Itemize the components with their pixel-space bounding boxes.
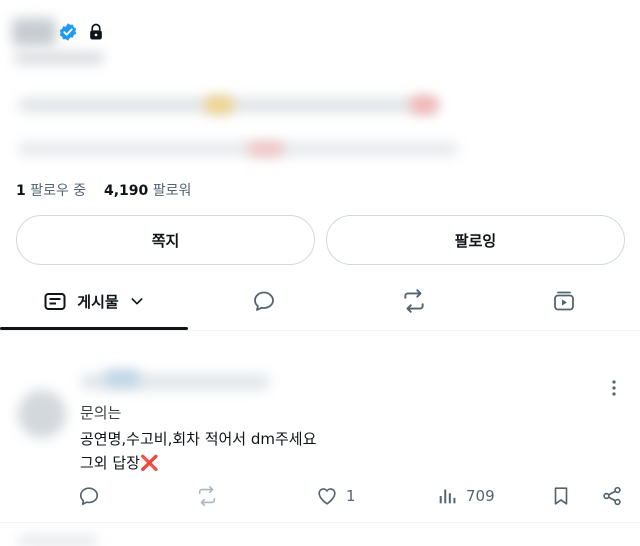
following-label: 팔로우 중 — [30, 183, 87, 199]
post-actions: 1 709 — [0, 482, 640, 510]
message-button-label: 쪽지 — [151, 231, 180, 250]
verified-badge-icon — [59, 23, 77, 41]
post-text-line-2: 공연명,수고비,회차 적어서 dm주세요 — [80, 430, 317, 448]
bookmark-icon — [554, 487, 568, 505]
bio-emoji-redacted — [204, 96, 234, 114]
profile-handle-redacted — [14, 52, 104, 64]
bio-emoji-redacted — [410, 96, 438, 114]
reply-bubble-icon — [254, 291, 274, 311]
views-bar-icon — [439, 489, 456, 504]
bookmark-button[interactable] — [550, 482, 572, 510]
more-vertical-icon[interactable] — [606, 378, 622, 398]
repost-icon — [198, 486, 216, 506]
followers-label: 팔로워 — [152, 183, 192, 199]
profile-tabs: 게시물 — [0, 272, 640, 331]
views-button[interactable]: 709 — [436, 482, 495, 510]
profile-name-redacted — [12, 18, 56, 46]
post-card[interactable]: 문의는 공연명,수고비,회차 적어서 dm주세요 그외 답장❌ 1 709 — [0, 332, 640, 523]
active-tab-indicator — [0, 327, 188, 330]
follow-stats: 1 팔로우 중 4,190 팔로워 — [16, 180, 191, 200]
share-icon — [603, 486, 621, 506]
repost-button[interactable] — [196, 482, 218, 510]
like-button[interactable]: 1 — [316, 482, 356, 510]
profile-meta-emoji-redacted — [248, 142, 284, 156]
post-text-line-1: 문의는 — [80, 404, 122, 422]
views-count: 709 — [466, 487, 495, 505]
reply-button[interactable] — [78, 482, 100, 510]
posts-feed-icon — [44, 293, 66, 310]
tab-posts-label: 게시물 — [77, 292, 119, 311]
followers-count: 4,190 — [104, 183, 149, 199]
message-button[interactable]: 쪽지 — [16, 215, 315, 265]
followers-link[interactable]: 4,190 팔로워 — [104, 183, 191, 199]
share-button[interactable] — [601, 482, 623, 510]
following-link[interactable]: 1 팔로우 중 — [16, 183, 86, 199]
like-heart-icon — [318, 488, 336, 505]
tab-media[interactable] — [470, 272, 640, 330]
reply-bubble-icon — [79, 487, 99, 506]
avatar[interactable] — [18, 390, 66, 438]
like-count: 1 — [346, 487, 356, 505]
profile-meta-redacted — [18, 142, 458, 156]
lock-icon — [90, 23, 102, 40]
media-play-icon — [554, 291, 574, 311]
tab-posts[interactable]: 게시물 — [0, 272, 188, 330]
following-button[interactable]: 팔로잉 — [326, 215, 625, 265]
post-text-line-3: 그외 답장❌ — [80, 454, 159, 472]
profile-header — [0, 0, 640, 175]
chevron-down-icon — [131, 298, 143, 305]
following-button-label: 팔로잉 — [454, 231, 497, 250]
post-author-highlight-redacted — [104, 370, 140, 386]
repost-icon — [404, 289, 424, 313]
following-count: 1 — [16, 183, 26, 199]
